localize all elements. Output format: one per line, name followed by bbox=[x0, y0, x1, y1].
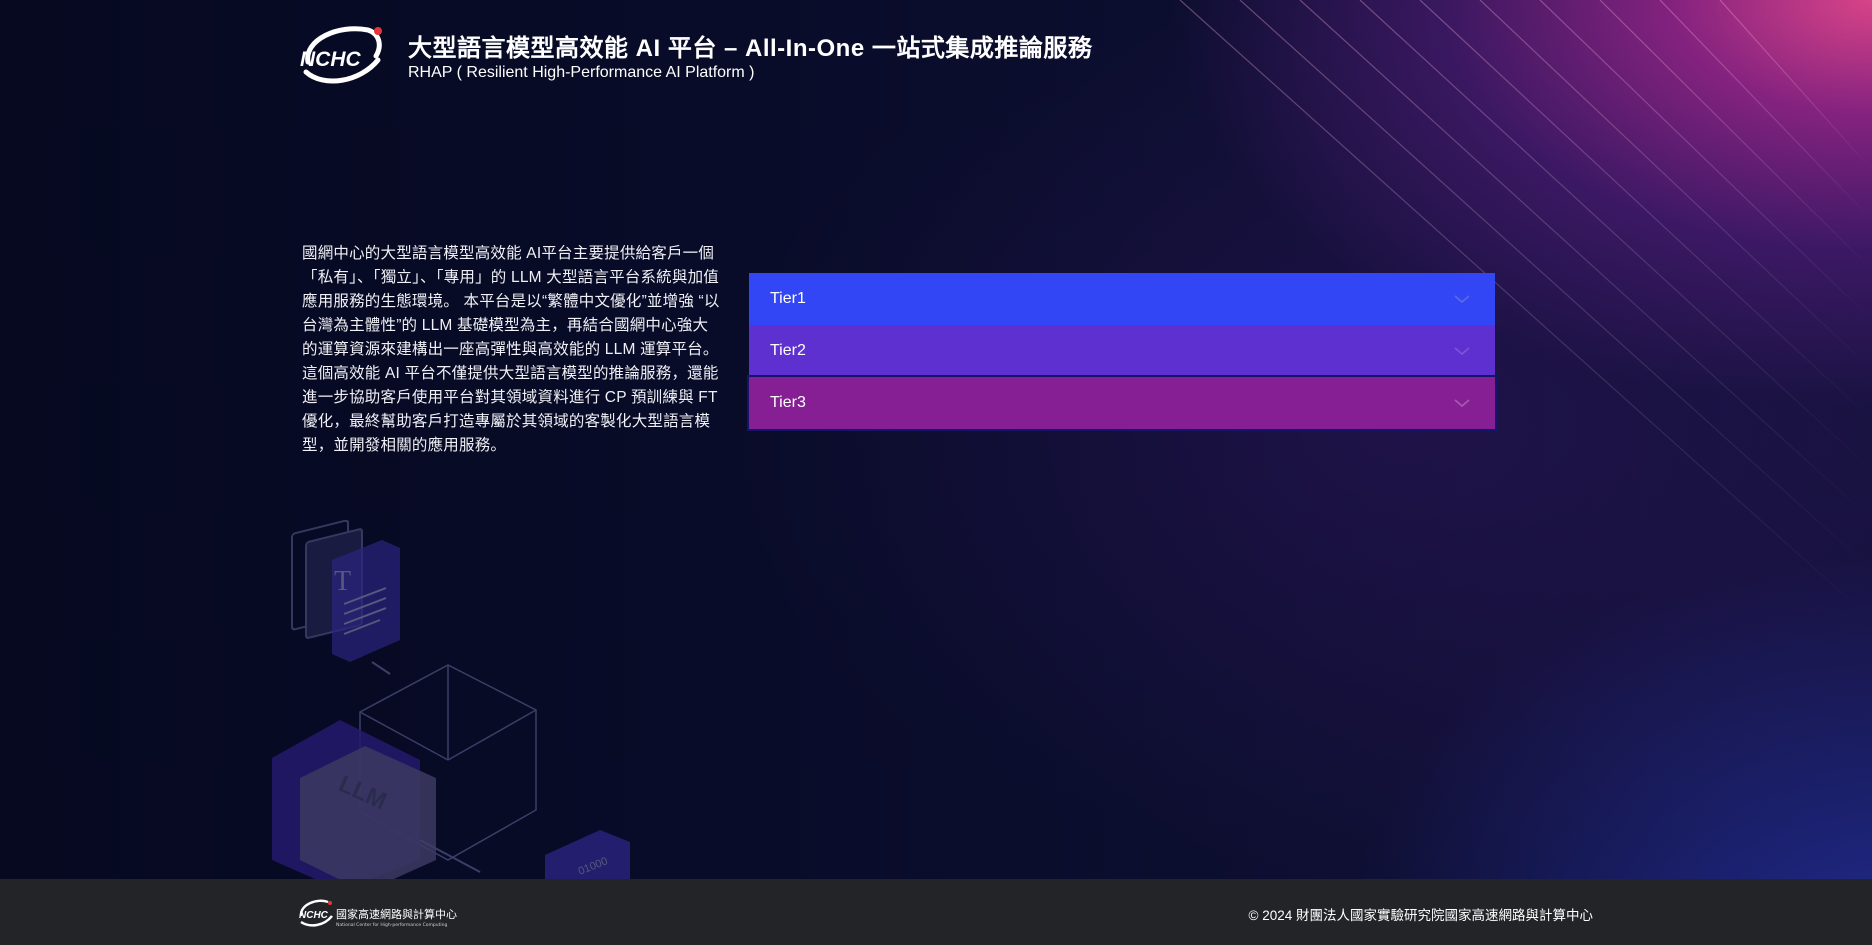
svg-text:國家高速網路與計算中心: 國家高速網路與計算中心 bbox=[336, 907, 457, 921]
svg-text:National Center for High-perfo: National Center for High-performance Com… bbox=[336, 922, 447, 928]
page-subtitle: RHAP ( Resilient High-Performance AI Pla… bbox=[408, 64, 755, 81]
chevron-down-icon bbox=[1454, 347, 1470, 356]
chevron-down-icon bbox=[1454, 399, 1470, 408]
tier-label: Tier1 bbox=[770, 290, 806, 307]
copyright-text: © 2024 財團法人國家實驗研究院國家高速網路與計算中心 bbox=[1248, 908, 1593, 923]
tier2-accordion-header[interactable]: Tier2 bbox=[749, 325, 1495, 377]
svg-text:NCHC: NCHC bbox=[300, 48, 361, 71]
footer-nchc-logo[interactable]: NCHC 國家高速網路與計算中心 National Center for Hig… bbox=[298, 898, 458, 928]
tier3-accordion-header[interactable]: Tier3 bbox=[747, 375, 1497, 431]
tier-label: Tier3 bbox=[770, 394, 806, 411]
nchc-logo[interactable]: NCHC bbox=[298, 22, 384, 86]
tier-label: Tier2 bbox=[770, 342, 806, 359]
svg-text:T: T bbox=[334, 566, 351, 597]
llm-illustration: T LLM 01000 bbox=[272, 520, 630, 880]
site-footer: NCHC 國家高速網路與計算中心 National Center for Hig… bbox=[0, 879, 1872, 945]
tier1-accordion-header[interactable]: Tier1 bbox=[749, 273, 1495, 325]
svg-text:NCHC: NCHC bbox=[299, 910, 329, 921]
chevron-down-icon bbox=[1454, 295, 1470, 304]
page-title: 大型語言模型高效能 AI 平台 – All-In-One 一站式集成推論服務 bbox=[408, 35, 1093, 62]
intro-paragraph: 國網中心的大型語言模型高效能 AI平台主要提供給客戶一個「私有」、「獨立」、「專… bbox=[302, 245, 720, 454]
tier-accordion: Tier1 Tier2 Tier3 bbox=[747, 273, 1497, 431]
